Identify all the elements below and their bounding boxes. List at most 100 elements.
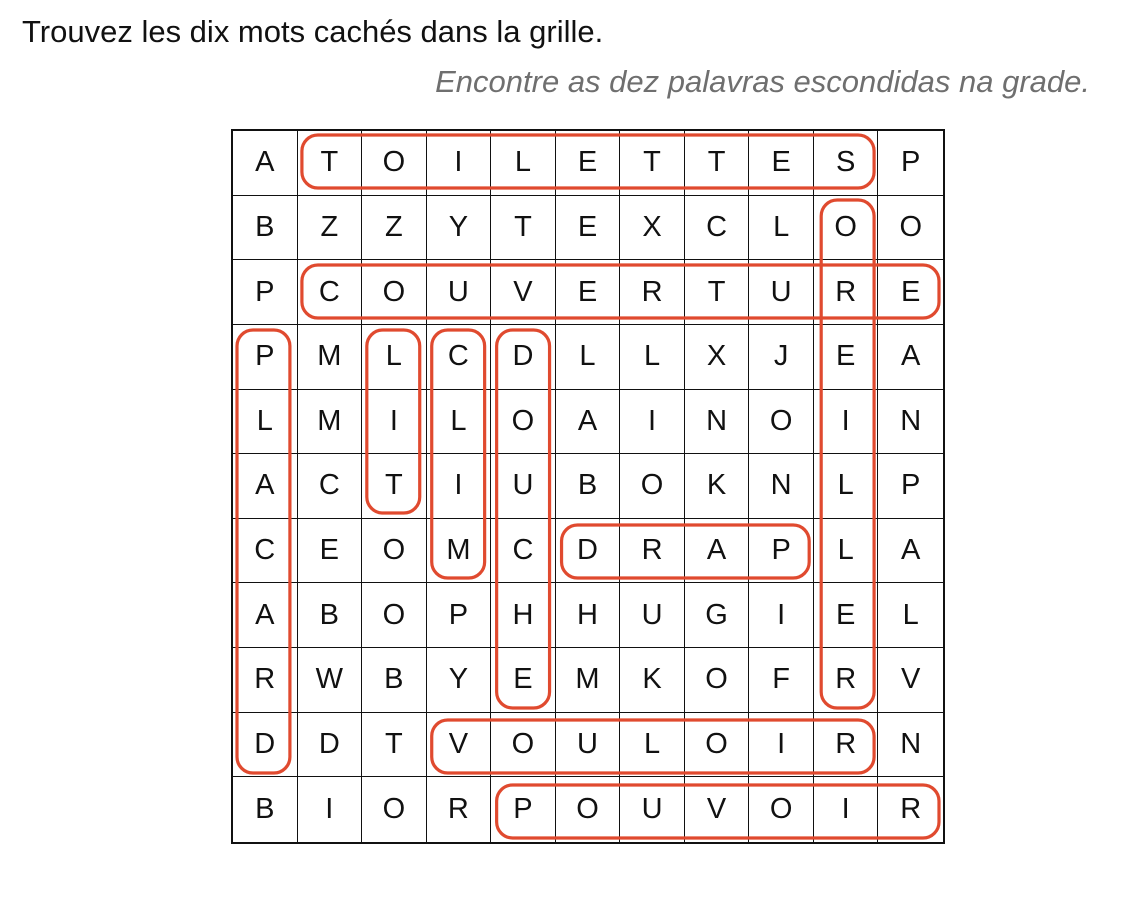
grid-cell[interactable]: O: [362, 583, 427, 649]
grid-cell[interactable]: U: [555, 712, 621, 778]
grid-cell[interactable]: D: [233, 712, 298, 778]
grid-cell[interactable]: V: [685, 777, 750, 842]
grid-cell[interactable]: R: [813, 712, 879, 778]
grid-cell[interactable]: O: [749, 389, 814, 455]
grid-cell[interactable]: V: [878, 648, 943, 713]
grid-cell[interactable]: B: [297, 583, 363, 649]
grid-cell[interactable]: T: [362, 712, 427, 778]
grid-cell[interactable]: L: [620, 712, 685, 778]
grid-cell[interactable]: J: [749, 324, 814, 390]
grid-cell[interactable]: O: [556, 777, 621, 842]
grid-cell[interactable]: S: [813, 131, 879, 196]
grid-cell[interactable]: P: [233, 260, 298, 325]
grid-cell[interactable]: C: [426, 324, 492, 390]
grid-cell[interactable]: O: [362, 131, 427, 196]
grid-cell[interactable]: O: [362, 260, 427, 325]
grid-cell[interactable]: U: [749, 260, 814, 325]
grid-cell[interactable]: L: [878, 583, 943, 649]
grid-cell[interactable]: W: [297, 648, 363, 713]
grid-cell[interactable]: I: [749, 583, 814, 649]
grid-cell[interactable]: T: [684, 131, 750, 196]
grid-cell[interactable]: R: [813, 648, 879, 713]
grid-cell[interactable]: A: [233, 583, 298, 649]
grid-cell[interactable]: O: [620, 454, 685, 519]
grid-cell[interactable]: O: [491, 712, 556, 778]
grid-cell[interactable]: H: [555, 583, 621, 649]
grid-cell[interactable]: C: [297, 454, 363, 519]
grid-cell[interactable]: I: [749, 712, 814, 778]
grid-cell[interactable]: C: [491, 518, 556, 584]
grid-cell[interactable]: D: [555, 518, 621, 584]
grid-cell[interactable]: L: [813, 518, 879, 584]
grid-cell[interactable]: H: [491, 583, 556, 649]
grid-cell[interactable]: O: [491, 389, 556, 455]
grid-cell[interactable]: E: [749, 131, 814, 196]
grid-cell[interactable]: F: [749, 648, 814, 713]
grid-cell[interactable]: G: [684, 583, 750, 649]
grid-cell[interactable]: E: [555, 195, 621, 261]
grid-cell[interactable]: A: [878, 325, 943, 390]
grid-cell[interactable]: O: [878, 196, 943, 261]
grid-cell[interactable]: L: [491, 131, 556, 196]
grid-cell[interactable]: A: [233, 454, 298, 519]
grid-cell[interactable]: T: [684, 260, 750, 325]
grid-cell[interactable]: A: [684, 518, 750, 584]
grid-cell[interactable]: T: [362, 454, 427, 519]
grid-cell[interactable]: E: [491, 648, 556, 713]
grid-cell[interactable]: P: [878, 454, 943, 519]
grid-cell[interactable]: B: [555, 454, 621, 519]
grid-cell[interactable]: N: [684, 389, 750, 455]
grid-cell[interactable]: R: [233, 648, 298, 713]
grid-cell[interactable]: Z: [297, 195, 363, 261]
grid-cell[interactable]: M: [297, 324, 363, 390]
grid-cell[interactable]: R: [427, 777, 492, 842]
grid-cell[interactable]: B: [233, 777, 298, 842]
grid-cell[interactable]: O: [813, 195, 879, 261]
grid-cell[interactable]: I: [620, 389, 685, 455]
grid-cell[interactable]: E: [813, 324, 879, 390]
grid-cell[interactable]: Y: [426, 195, 492, 261]
grid-cell[interactable]: M: [426, 518, 492, 584]
grid-cell[interactable]: L: [362, 324, 427, 390]
grid-cell[interactable]: O: [684, 648, 750, 713]
grid-cell[interactable]: P: [749, 518, 814, 584]
grid-cell[interactable]: U: [620, 583, 685, 649]
grid-cell[interactable]: X: [684, 324, 750, 390]
grid-cell[interactable]: E: [878, 260, 943, 325]
grid-cell[interactable]: K: [684, 454, 750, 519]
grid-cell[interactable]: U: [491, 454, 556, 519]
grid-cell[interactable]: P: [233, 324, 298, 390]
grid-cell[interactable]: Z: [362, 195, 427, 261]
grid-cell[interactable]: O: [362, 777, 427, 842]
grid-cell[interactable]: A: [233, 131, 298, 196]
grid-cell[interactable]: T: [620, 131, 685, 196]
grid-cell[interactable]: L: [749, 195, 814, 261]
grid-cell[interactable]: E: [297, 518, 363, 584]
grid-cell[interactable]: E: [555, 131, 621, 196]
grid-cell[interactable]: I: [298, 777, 363, 842]
grid-cell[interactable]: M: [297, 389, 363, 455]
grid-cell[interactable]: U: [426, 260, 492, 325]
grid-cell[interactable]: A: [555, 389, 621, 455]
grid-cell[interactable]: R: [878, 777, 943, 842]
grid-cell[interactable]: P: [491, 777, 556, 842]
grid-cell[interactable]: B: [233, 195, 298, 261]
grid-cell[interactable]: I: [426, 131, 492, 196]
grid-cell[interactable]: D: [491, 324, 556, 390]
grid-cell[interactable]: N: [878, 390, 943, 455]
grid-cell[interactable]: L: [813, 454, 879, 519]
grid-cell[interactable]: O: [749, 777, 814, 842]
grid-cell[interactable]: P: [426, 583, 492, 649]
grid-cell[interactable]: I: [813, 389, 879, 455]
grid-cell[interactable]: E: [813, 583, 879, 649]
grid-cell[interactable]: R: [813, 260, 879, 325]
grid-cell[interactable]: L: [426, 389, 492, 455]
grid-cell[interactable]: M: [555, 648, 621, 713]
grid-cell[interactable]: B: [362, 648, 427, 713]
grid-cell[interactable]: L: [620, 324, 685, 390]
grid-cell[interactable]: X: [620, 195, 685, 261]
grid-cell[interactable]: O: [362, 518, 427, 584]
grid-cell[interactable]: L: [555, 324, 621, 390]
grid-cell[interactable]: V: [426, 712, 492, 778]
grid-cell[interactable]: V: [491, 260, 556, 325]
